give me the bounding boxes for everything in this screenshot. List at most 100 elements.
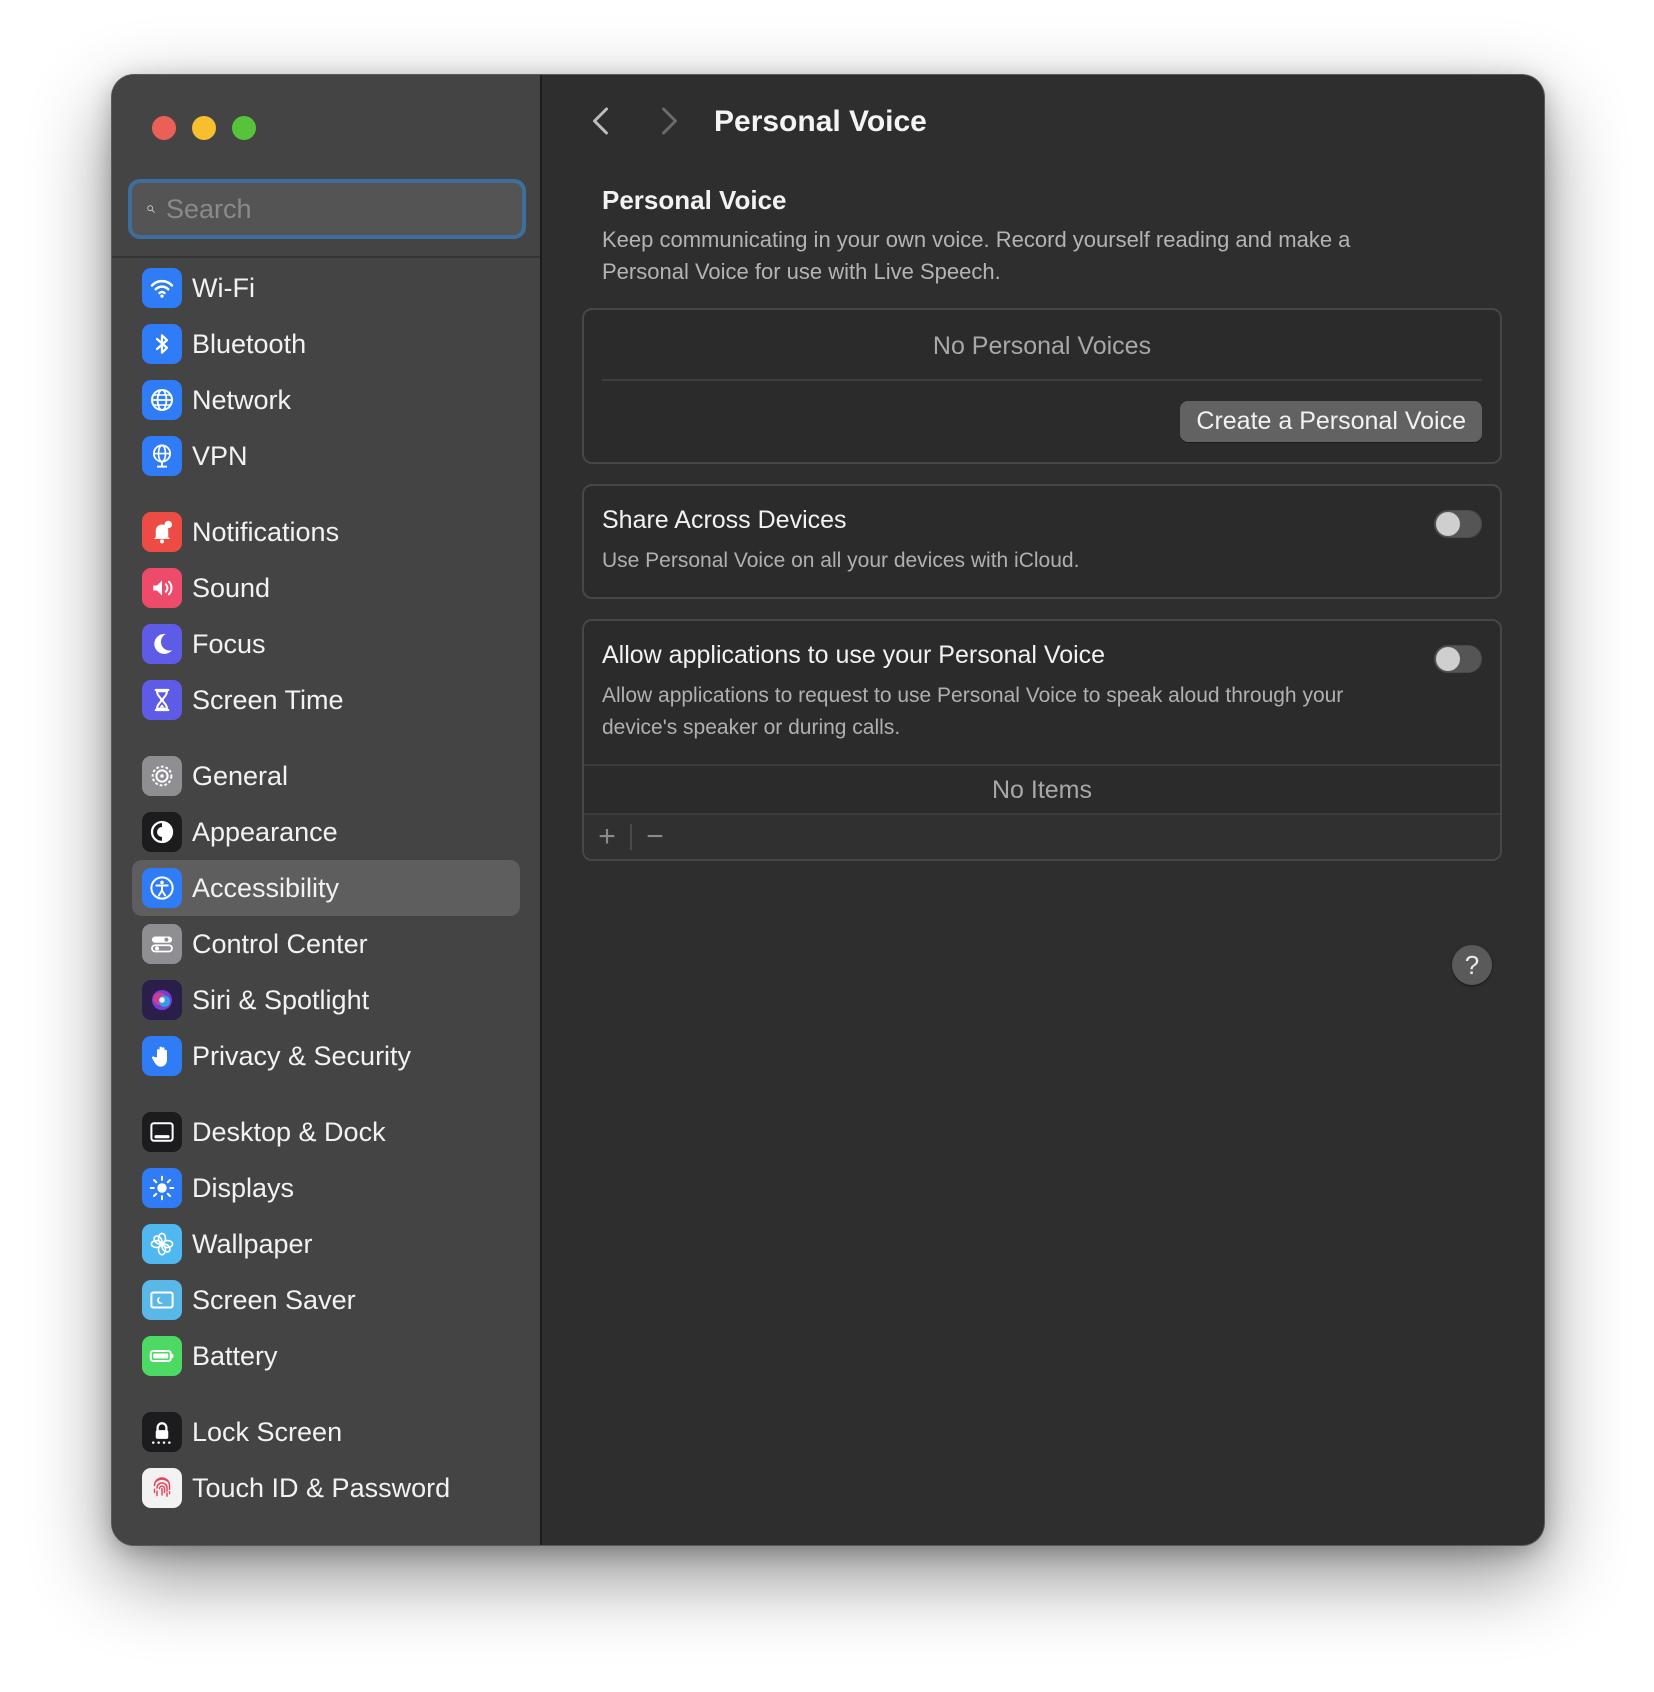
sidebar-item-screen-saver[interactable]: Screen Saver bbox=[132, 1272, 520, 1328]
allow-apps-title: Allow applications to use your Personal … bbox=[602, 641, 1106, 669]
sidebar-item-label: Bluetooth bbox=[192, 328, 307, 359]
sun-icon bbox=[142, 1168, 182, 1208]
sidebar-item-notifications[interactable]: Notifications bbox=[132, 504, 520, 560]
sidebar-item-label: Notifications bbox=[192, 516, 340, 547]
toolbar: Personal Voice bbox=[542, 75, 1544, 175]
sidebar-item-label: Screen Time bbox=[192, 684, 344, 715]
add-button[interactable]: + bbox=[584, 815, 630, 859]
sidebar-group: General Appearance Accessibility Control Ce… bbox=[112, 748, 540, 1084]
sidebar-item-label: General bbox=[192, 760, 289, 791]
sidebar-item-desktop-dock[interactable]: Desktop & Dock bbox=[132, 1104, 520, 1160]
battery-icon bbox=[142, 1336, 182, 1376]
sidebar-item-label: Lock Screen bbox=[192, 1416, 343, 1447]
lock-icon bbox=[142, 1412, 182, 1452]
sidebar-item-label: Appearance bbox=[192, 816, 338, 847]
speaker-icon bbox=[142, 568, 182, 608]
sidebar-item-label: Screen Saver bbox=[192, 1284, 356, 1315]
allow-apps-description: Allow applications to request to use Per… bbox=[602, 684, 1344, 739]
dock-icon bbox=[142, 1112, 182, 1152]
sidebar-item-bluetooth[interactable]: Bluetooth bbox=[132, 316, 520, 372]
share-row: Share Across Devices Use Personal Voice … bbox=[584, 486, 1500, 597]
forward-chevron-icon[interactable] bbox=[650, 103, 686, 139]
zoom-window-button[interactable] bbox=[232, 116, 256, 140]
sidebar-item-touch-id-password[interactable]: Touch ID & Password bbox=[132, 1460, 520, 1516]
sidebar-item-label: Touch ID & Password bbox=[192, 1472, 451, 1503]
sidebar-item-network[interactable]: Network bbox=[132, 372, 520, 428]
bluetooth-icon bbox=[142, 324, 182, 364]
sidebar: Wi-Fi Bluetooth Network VPN Notifications Sou… bbox=[112, 75, 542, 1545]
globe-icon bbox=[142, 380, 182, 420]
sidebar-item-screen-time[interactable]: Screen Time bbox=[132, 672, 520, 728]
share-toggle[interactable] bbox=[1434, 510, 1482, 538]
vpn-globe-icon bbox=[142, 436, 182, 476]
sidebar-item-displays[interactable]: Displays bbox=[132, 1160, 520, 1216]
personal-voices-box: No Personal Voices Create a Personal Voi… bbox=[582, 308, 1502, 464]
siri-icon bbox=[142, 980, 182, 1020]
create-row: Create a Personal Voice bbox=[584, 381, 1500, 462]
sidebar-item-label: Network bbox=[192, 384, 292, 415]
hand-icon bbox=[142, 1036, 182, 1076]
sidebar-item-label: Privacy & Security bbox=[192, 1040, 412, 1071]
sidebar-group: Notifications Sound Focus Screen Time bbox=[112, 504, 540, 728]
sidebar-item-label: Displays bbox=[192, 1172, 295, 1203]
search-field[interactable] bbox=[128, 179, 526, 239]
sidebar-item-privacy-security[interactable]: Privacy & Security bbox=[132, 1028, 520, 1084]
traffic-lights bbox=[152, 116, 256, 140]
wifi-icon bbox=[142, 268, 182, 308]
allow-apps-toggle[interactable] bbox=[1434, 645, 1482, 673]
search-input[interactable] bbox=[164, 192, 522, 226]
sidebar-item-accessibility[interactable]: Accessibility bbox=[132, 860, 520, 916]
sidebar-item-label: Control Center bbox=[192, 928, 368, 959]
share-description: Use Personal Voice on all your devices w… bbox=[602, 549, 1080, 572]
sidebar-item-label: Desktop & Dock bbox=[192, 1116, 386, 1147]
sidebar-divider bbox=[112, 256, 540, 258]
help-button[interactable]: ? bbox=[1452, 945, 1492, 985]
empty-voices-label: No Personal Voices bbox=[932, 332, 1152, 360]
flower-icon bbox=[142, 1224, 182, 1264]
sidebar-group: Lock Screen Touch ID & Password bbox=[112, 1404, 540, 1516]
toggle-knob bbox=[1436, 647, 1460, 671]
sidebar-item-label: VPN bbox=[192, 440, 248, 471]
close-window-button[interactable] bbox=[152, 116, 176, 140]
sidebar-group: Desktop & Dock Displays Wallpaper Screen Sa… bbox=[112, 1104, 540, 1384]
create-personal-voice-button[interactable]: Create a Personal Voice bbox=[1180, 401, 1482, 442]
gear-icon bbox=[142, 756, 182, 796]
sidebar-item-label: Wallpaper bbox=[192, 1228, 313, 1259]
sidebar-nav: Wi-Fi Bluetooth Network VPN Notifications Sou… bbox=[112, 260, 540, 1536]
main-pane: Personal Voice Personal Voice Keep commu… bbox=[542, 75, 1544, 1545]
hourglass-icon bbox=[142, 680, 182, 720]
no-items-label: No Items bbox=[584, 764, 1500, 813]
sidebar-item-label: Sound bbox=[192, 572, 271, 603]
sidebar-item-label: Accessibility bbox=[192, 872, 340, 903]
sidebar-item-sound[interactable]: Sound bbox=[132, 560, 520, 616]
section-title: Personal Voice bbox=[602, 185, 787, 215]
sidebar-item-label: Focus bbox=[192, 628, 266, 659]
sidebar-item-label: Wi-Fi bbox=[192, 272, 255, 303]
content: Personal Voice Keep communicating in you… bbox=[582, 185, 1502, 985]
sidebar-item-general[interactable]: General bbox=[132, 748, 520, 804]
accessibility-icon bbox=[142, 868, 182, 908]
sidebar-item-siri-spotlight[interactable]: Siri & Spotlight bbox=[132, 972, 520, 1028]
minimize-window-button[interactable] bbox=[192, 116, 216, 140]
search-icon bbox=[147, 205, 155, 213]
back-chevron-icon[interactable] bbox=[584, 103, 620, 139]
page-title: Personal Voice bbox=[714, 105, 927, 138]
sidebar-item-label: Siri & Spotlight bbox=[192, 984, 370, 1015]
sidebar-group: Wi-Fi Bluetooth Network VPN bbox=[112, 260, 540, 484]
allow-apps-box: Allow applications to use your Personal … bbox=[582, 619, 1502, 861]
sidebar-item-vpn[interactable]: VPN bbox=[132, 428, 520, 484]
allow-apps-row: Allow applications to use your Personal … bbox=[584, 621, 1500, 764]
add-remove-bar: + − bbox=[584, 813, 1500, 859]
sidebar-item-control-center[interactable]: Control Center bbox=[132, 916, 520, 972]
remove-button[interactable]: − bbox=[632, 815, 678, 859]
sidebar-item-appearance[interactable]: Appearance bbox=[132, 804, 520, 860]
fingerprint-icon bbox=[142, 1468, 182, 1508]
sidebar-item-battery[interactable]: Battery bbox=[132, 1328, 520, 1384]
share-across-devices-box: Share Across Devices Use Personal Voice … bbox=[582, 484, 1502, 599]
sidebar-item-focus[interactable]: Focus bbox=[132, 616, 520, 672]
bell-icon bbox=[142, 512, 182, 552]
sidebar-item-wallpaper[interactable]: Wallpaper bbox=[132, 1216, 520, 1272]
sidebar-item-wi-fi[interactable]: Wi-Fi bbox=[132, 260, 520, 316]
system-settings-window: Wi-Fi Bluetooth Network VPN Notifications Sou… bbox=[112, 75, 1544, 1545]
sidebar-item-lock-screen[interactable]: Lock Screen bbox=[132, 1404, 520, 1460]
